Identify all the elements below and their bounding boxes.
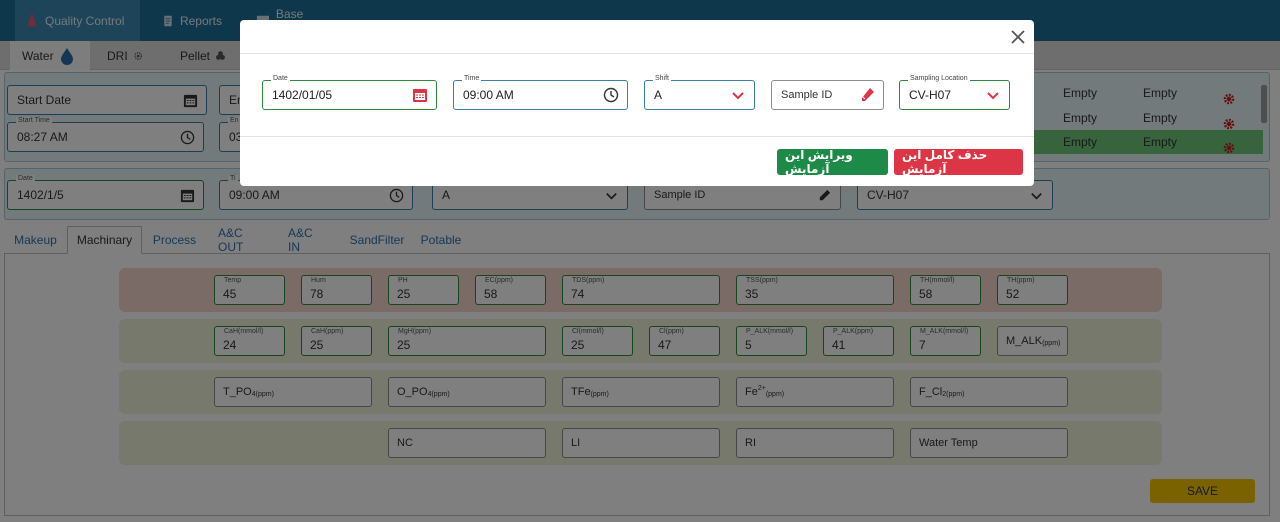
clock-icon[interactable]: [603, 87, 619, 103]
modal-date-value: 1402/01/05: [272, 88, 333, 102]
modal-sample-id-placeholder: Sample ID: [781, 89, 833, 101]
modal-sample-id-input[interactable]: Sample ID: [771, 80, 884, 110]
close-icon[interactable]: [1010, 29, 1026, 45]
delete-test-button[interactable]: حذف کامل این آزمایش: [894, 148, 1023, 176]
edit-test-button[interactable]: ویرایش این آزمایش: [777, 148, 888, 176]
modal-time-input[interactable]: Time 09:00 AM: [453, 75, 628, 110]
modal-location-label: Sampling Location: [908, 75, 970, 82]
modal-location-value: CV-H07: [909, 88, 952, 102]
modal-date-label: Date: [271, 75, 290, 82]
modal-location-select[interactable]: Sampling Location CV-H07: [899, 75, 1010, 110]
modal-time-value: 09:00 AM: [463, 88, 514, 102]
test-tube-icon: [862, 88, 874, 101]
edit-test-modal: Date 1402/01/05 Time 09:00 AM Shift A Sa…: [240, 20, 1034, 186]
modal-shift-value: A: [654, 88, 663, 102]
modal-shift-select[interactable]: Shift A: [644, 75, 755, 110]
chevron-down-icon: [987, 92, 999, 100]
chevron-down-icon: [732, 92, 744, 100]
modal-header-divider: [240, 53, 1034, 54]
modal-time-label: Time: [462, 75, 482, 82]
modal-footer-divider: [240, 136, 1034, 137]
calendar-icon[interactable]: [412, 87, 428, 103]
modal-shift-label: Shift: [653, 75, 672, 82]
modal-date-input[interactable]: Date 1402/01/05: [262, 75, 437, 110]
